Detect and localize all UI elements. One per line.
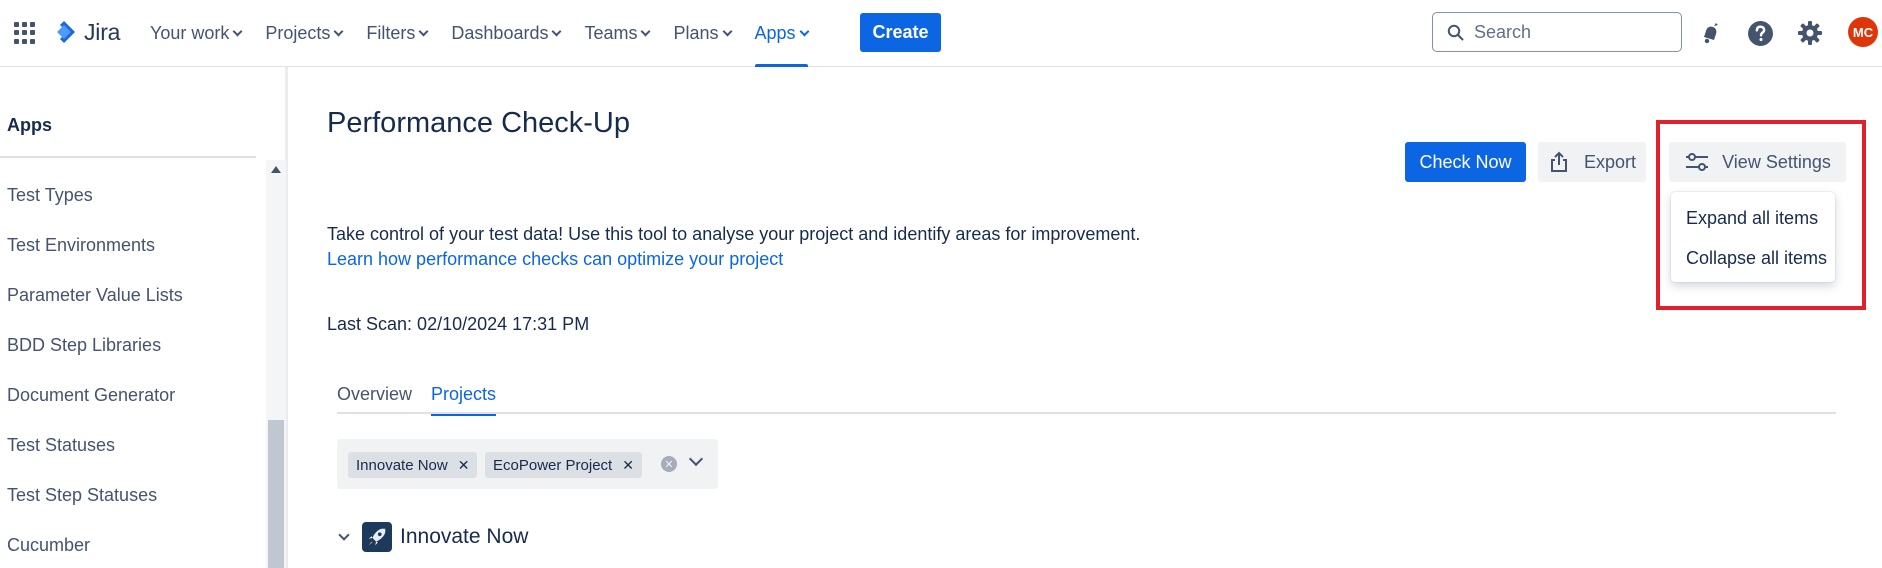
sidebar-item-test-types[interactable]: Test Types <box>7 185 93 206</box>
project-section-title: Innovate Now <box>400 525 529 548</box>
jira-logo-icon <box>57 21 75 43</box>
last-scan-text: Last Scan: 02/10/2024 17:31 PM <box>327 314 590 334</box>
tab-projects[interactable]: Projects <box>431 384 497 416</box>
sidebar-item-document-generator[interactable]: Document Generator <box>7 385 175 406</box>
main-nav: Your work Projects Filters Dashboards Te… <box>150 0 832 67</box>
sidebar-item-test-step-statuses[interactable]: Test Step Statuses <box>7 485 157 506</box>
app-name: Jira <box>84 18 121 45</box>
search-icon <box>1447 24 1464 40</box>
chevron-down-icon <box>232 26 243 36</box>
help-icon[interactable] <box>1745 18 1775 48</box>
chevron-down-icon <box>722 26 732 36</box>
search-input[interactable]: Search <box>1432 12 1682 52</box>
notifications-icon[interactable] <box>1695 18 1725 48</box>
tab-bar: Overview Projects <box>337 384 1836 416</box>
remove-chip-icon[interactable]: ✕ <box>458 457 470 474</box>
nav-filters[interactable]: Filters <box>366 0 429 67</box>
chevron-down-icon[interactable] <box>688 451 704 467</box>
sidebar-item-cucumber[interactable]: Cucumber <box>7 535 90 556</box>
nav-plans[interactable]: Plans <box>673 0 732 67</box>
remove-chip-icon[interactable]: ✕ <box>622 457 634 474</box>
user-avatar[interactable]: MC <box>1848 17 1878 47</box>
chevron-down-icon <box>333 26 344 36</box>
search-placeholder: Search <box>1474 21 1532 42</box>
settings-gear-icon[interactable] <box>1795 18 1825 48</box>
project-chip: EcoPower Project ✕ <box>485 452 642 478</box>
nav-your-work[interactable]: Your work <box>150 0 243 67</box>
export-icon <box>1550 151 1567 172</box>
learn-more-link[interactable]: Learn how performance checks can optimiz… <box>327 249 783 270</box>
export-button[interactable]: Export <box>1538 142 1646 182</box>
sidebar-item-bdd-step-libraries[interactable]: BDD Step Libraries <box>7 335 161 356</box>
check-now-button[interactable]: Check Now <box>1405 142 1526 182</box>
nav-dashboards[interactable]: Dashboards <box>451 0 562 67</box>
sidebar-scrollbar[interactable] <box>266 160 286 568</box>
chevron-down-icon <box>799 26 809 36</box>
page-description: Take control of your test data! Use this… <box>327 224 1141 244</box>
top-navigation: Jira Your work Projects Filters Dashboar… <box>0 0 1882 67</box>
chip-label: EcoPower Project <box>493 456 613 474</box>
nav-teams[interactable]: Teams <box>584 0 651 67</box>
project-chip: Innovate Now ✕ <box>348 452 478 478</box>
nav-projects[interactable]: Projects <box>265 0 344 67</box>
highlight-box <box>1656 120 1866 310</box>
jira-logo[interactable]: Jira <box>50 17 120 47</box>
sidebar-heading: Apps <box>7 115 52 135</box>
sidebar-item-parameter-value-lists[interactable]: Parameter Value Lists <box>7 285 183 306</box>
chevron-down-icon <box>552 26 562 36</box>
export-label: Export <box>1583 151 1637 172</box>
scrollbar-thumb[interactable] <box>268 420 284 568</box>
app-switcher-icon[interactable] <box>14 22 36 44</box>
chip-label: Innovate Now <box>356 456 448 474</box>
sidebar-item-test-environments[interactable]: Test Environments <box>7 235 155 256</box>
project-select[interactable]: Innovate Now ✕ EcoPower Project ✕ ✕ <box>337 439 718 489</box>
create-button[interactable]: Create <box>860 13 941 52</box>
clear-selection-icon[interactable]: ✕ <box>661 456 677 472</box>
chevron-down-icon <box>641 26 651 36</box>
page-title: Performance Check-Up <box>327 107 630 139</box>
sidebar-item-test-statuses[interactable]: Test Statuses <box>7 435 115 456</box>
project-section-header[interactable]: Innovate Now <box>338 522 529 552</box>
sidebar: Apps Test Types Test Environments Parame… <box>0 67 288 568</box>
tab-overview[interactable]: Overview <box>337 384 412 414</box>
scroll-up-arrow-icon[interactable] <box>271 166 281 173</box>
chevron-down-icon <box>418 26 429 36</box>
collapse-chevron-icon[interactable] <box>338 528 350 541</box>
sidebar-divider <box>0 156 256 158</box>
nav-apps[interactable]: Apps <box>754 0 809 67</box>
project-avatar-rocket-icon <box>362 522 392 552</box>
